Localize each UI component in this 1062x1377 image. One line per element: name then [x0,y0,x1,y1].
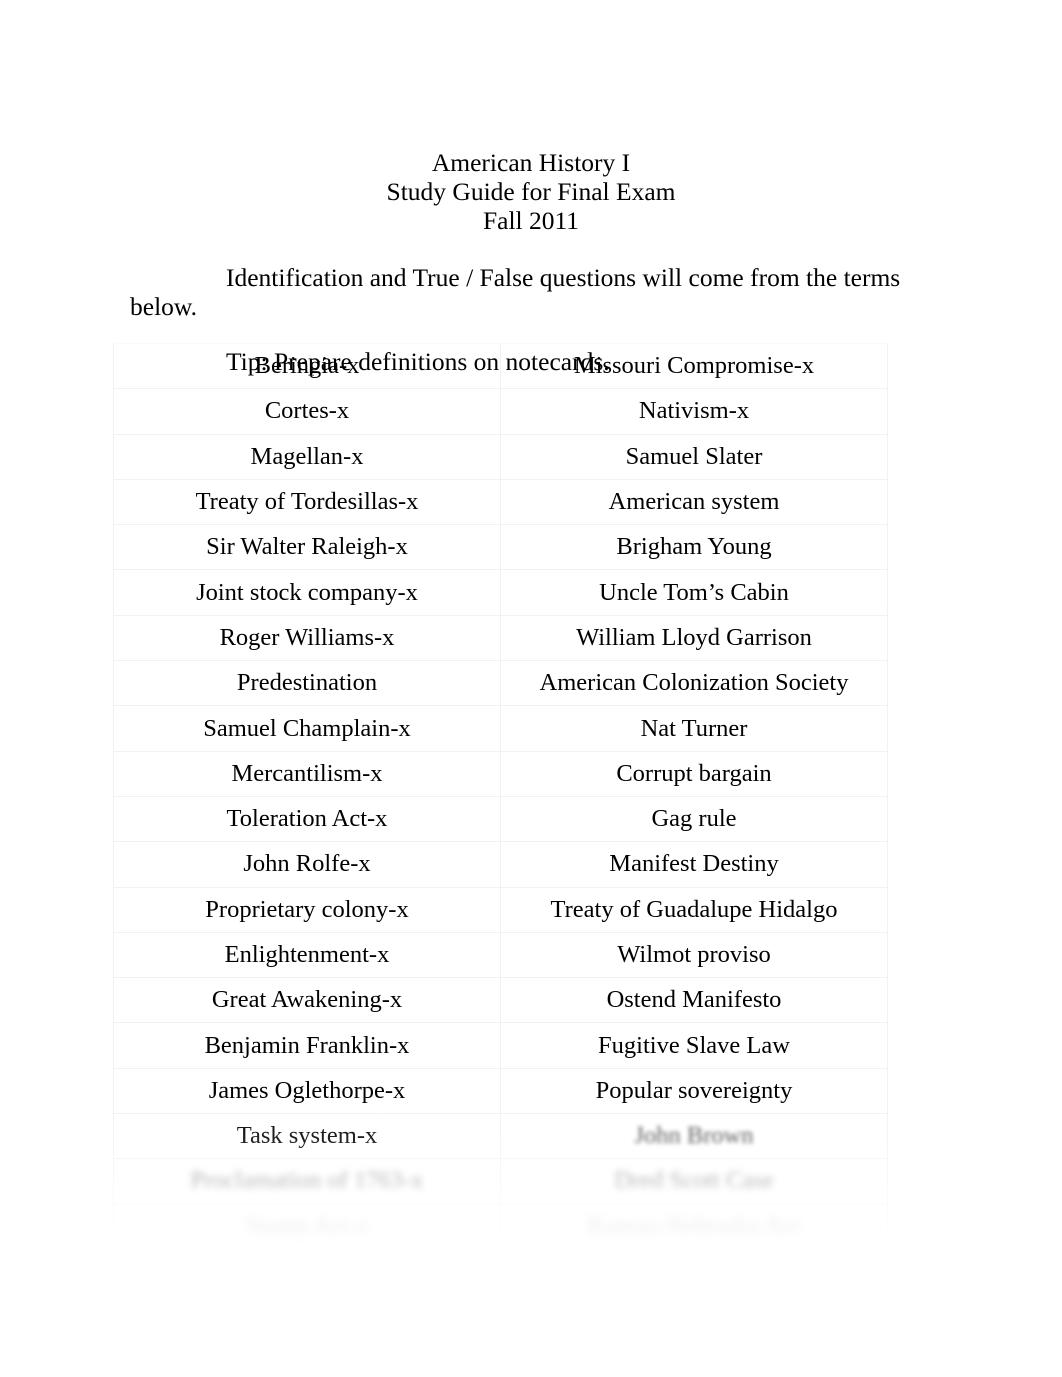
table-row: Predestination American Colonization Soc… [113,660,888,707]
term-cell-right: Fugitive Slave Law [500,1022,888,1069]
term-cell-left: James Oglethorpe-x [113,1067,501,1115]
table-row: Benjamin Franklin-x Fugitive Slave Law [113,1022,888,1069]
term-cell-right: Nat Turner [500,705,888,752]
page-title: American History I [431,148,631,177]
term-cell-left: Mercantilism-x [113,750,501,797]
term-cell-right: Ostend Manifesto [500,977,888,1024]
table-row: Mercantilism-x Corrupt bargain [113,750,888,797]
term-cell-left: Samuel Champlain-x [113,705,501,752]
term-cell-left: Cortes-x [113,388,501,435]
table-row: Samuel Champlain-x Nat Turner [113,705,888,752]
term-cell-right: Missouri Compromise-x [500,342,888,390]
table-row: Proclamation of 1763-x Dred Scott Case [113,1158,888,1205]
intro-paragraph: Identification and True / False question… [130,263,901,321]
term-cell-right: Gag rule [500,795,888,843]
table-row: John Rolfe-x Manifest Destiny [113,841,888,888]
term-cell-right: Corrupt bargain [500,750,888,797]
term-cell-right: American Colonization Society [500,660,888,707]
terms-table-body: Beringia-x Missouri Compromise-x Cortes-… [113,342,888,1250]
terms-table-container: Beringia-x Missouri Compromise-x Cortes-… [113,342,888,1250]
table-row: James Oglethorpe-x Popular sovereignty [113,1067,888,1115]
term-cell-left: Roger Williams-x [113,614,501,662]
term-cell-left: Joint stock company-x [113,569,501,616]
term-cell-right: Wilmot proviso [500,931,888,979]
term-cell-right: Manifest Destiny [500,841,888,888]
term-cell-right: Kansas-Nebraska Act [500,1203,888,1250]
term-cell-right: William Lloyd Garrison [500,614,888,662]
term-cell-left: Proclamation of 1763-x [113,1158,501,1205]
term-cell-left: Magellan-x [113,433,501,480]
term-cell-right: Samuel Slater [500,433,888,480]
term-cell-right: Dred Scott Case [500,1158,888,1205]
table-row: Joint stock company-x Uncle Tom’s Cabin [113,569,888,616]
page-subtitle: Study Guide for Final Exam [386,177,676,206]
term-cell-left: Benjamin Franklin-x [113,1022,501,1069]
term-cell-left: Sir Walter Raleigh-x [113,524,501,571]
term-cell-right: Nativism-x [500,388,888,435]
table-row: Roger Williams-x William Lloyd Garrison [113,614,888,662]
term-cell-left: Beringia-x [113,342,501,390]
term-cell-right: Brigham Young [500,524,888,571]
table-row: Proprietary colony-x Treaty of Guadalupe… [113,886,888,933]
term-cell-left: Proprietary colony-x [113,886,501,933]
term-cell-right: Treaty of Guadalupe Hidalgo [500,886,888,933]
table-row: Great Awakening-x Ostend Manifesto [113,977,888,1024]
term-cell-left: Stamp Act-x [113,1203,501,1250]
term-cell-right: American system [500,478,888,526]
term-cell-right: Uncle Tom’s Cabin [500,569,888,616]
term-cell-left: Treaty of Tordesillas-x [113,478,501,526]
table-row: Enlightenment-x Wilmot proviso [113,931,888,979]
term-cell-right: John Brown [500,1113,888,1160]
table-row: Cortes-x Nativism-x [113,388,888,435]
term-cell-left: Toleration Act-x [113,795,501,843]
term-cell-left: Great Awakening-x [113,977,501,1024]
terms-table: Beringia-x Missouri Compromise-x Cortes-… [113,342,888,1250]
term-cell-right: Popular sovereignty [500,1067,888,1115]
table-row: Sir Walter Raleigh-x Brigham Young [113,524,888,571]
page-term: Fall 2011 [482,206,580,235]
table-row: Task system-x John Brown [113,1113,888,1160]
document-title-block: American History I Study Guide for Final… [132,148,930,235]
term-cell-left: Task system-x [113,1113,501,1160]
term-cell-left: Predestination [113,660,501,707]
table-row: Toleration Act-x Gag rule [113,795,888,843]
table-row: Stamp Act-x Kansas-Nebraska Act [113,1203,888,1250]
term-cell-left: Enlightenment-x [113,931,501,979]
table-row: Treaty of Tordesillas-x American system [113,478,888,526]
table-row: Beringia-x Missouri Compromise-x [113,342,888,390]
table-row: Magellan-x Samuel Slater [113,433,888,480]
term-cell-left: John Rolfe-x [113,841,501,888]
document-page: American History I Study Guide for Final… [0,0,1062,1377]
